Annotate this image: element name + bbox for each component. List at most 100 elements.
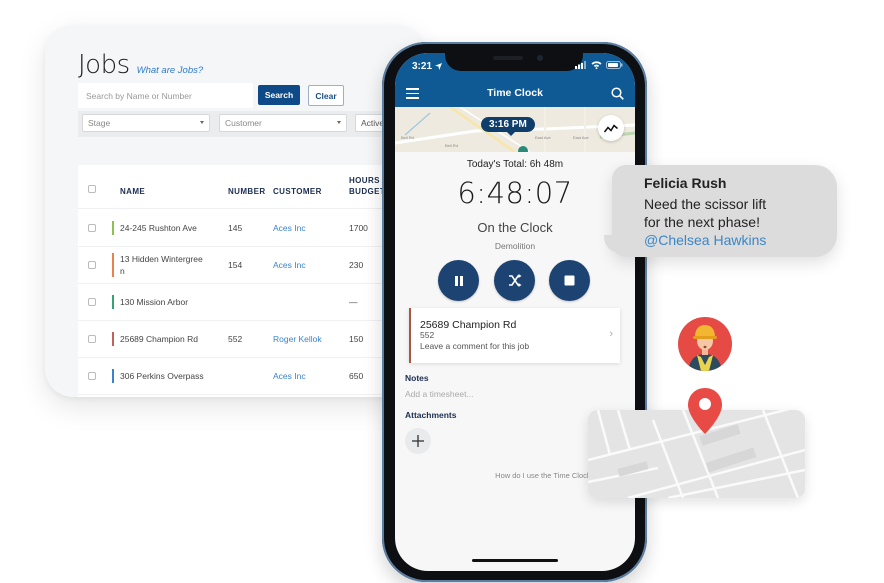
location-map[interactable]: Bell Rd Bell Rd East Ave East Ave 3:16 P… [395,107,635,152]
svg-text:Bell Rd: Bell Rd [401,135,414,140]
search-icon[interactable] [611,87,624,100]
search-placeholder: Search by Name or Number [86,90,192,101]
activity-name: Demolition [494,241,536,251]
row-checkbox[interactable] [88,261,96,269]
column-header-hours[interactable]: HOURS [349,175,380,186]
search-input[interactable]: Search by Name or Number [78,83,253,108]
job-name[interactable]: 130 Mission Arbor [120,296,188,308]
row-checkbox[interactable] [88,372,96,380]
customer-link[interactable]: Aces Inc [273,222,306,234]
filter-bar: Stage Customer Active [78,111,425,137]
nav-title: Time Clock [487,87,543,99]
wifi-icon [591,61,602,69]
todays-total: Today's Total: 6h 48m [466,159,564,170]
worker-avatar [678,317,732,371]
add-attachment-button[interactable] [405,428,431,454]
stage-color-bar [112,221,114,235]
stage-color-bar [112,253,114,277]
hours-budget: 230 [349,260,364,270]
row-checkbox[interactable] [88,298,96,306]
trend-line-icon [604,123,618,132]
hours-budget: 650 [349,371,364,381]
job-card-name: 25689 Champion Rd [420,319,517,331]
notes-input[interactable]: Add a timesheet... [405,389,474,399]
column-header-name[interactable]: NAME [120,186,145,197]
current-job-card[interactable]: 25689 Champion Rd 552 Leave a comment fo… [409,308,620,363]
job-number: 552 [228,334,243,344]
shuffle-icon [508,274,521,287]
status-bar: 3:21 [395,53,635,81]
job-name[interactable]: 13 Hidden Wintergree [120,253,203,265]
row-checkbox[interactable] [88,335,96,343]
clear-button[interactable]: Clear [308,85,344,106]
job-name[interactable]: 25689 Champion Rd [120,333,198,345]
stop-button[interactable] [549,260,590,301]
chevron-down-icon [337,121,341,124]
customer-link[interactable]: Aces Inc [273,259,306,271]
chevron-right-icon: › [609,328,613,340]
message-line-1: Need the scissor lift [644,196,767,212]
notch [445,53,583,71]
job-name[interactable]: 306 Perkins Overpass [120,370,204,382]
customer-filter-select[interactable]: Customer [219,114,347,132]
table-header: NAME NUMBER CUSTOMER HOURS BUDGET [78,165,425,209]
table-row[interactable]: 13 Hidden Wintergree n 154 Aces Inc 230 [78,247,425,284]
stage-filter-label: Stage [88,118,111,128]
chat-message-bubble: Felicia Rush Need the scissor lift for t… [604,165,837,257]
select-all-checkbox[interactable] [88,185,96,193]
column-header-customer[interactable]: CUSTOMER [273,186,322,197]
home-indicator[interactable] [472,559,558,562]
hours-budget: 1700 [349,223,368,233]
switch-job-button[interactable] [494,260,535,301]
hours-budget: 150 [349,334,364,344]
activity-chart-button[interactable] [598,115,624,141]
clock-in-time-pill: 3:16 PM [481,117,535,136]
phone-frame: 3:21 Time Clock Bell Rd Bell Rd East Ave… [382,42,647,582]
row-checkbox[interactable] [88,224,96,232]
svg-text:East Ave: East Ave [535,135,551,140]
table-row[interactable]: 24-245 Rushton Ave 145 Aces Inc 1700 [78,210,425,247]
job-card-number: 552 [420,330,435,340]
customer-link[interactable]: Aces Inc [273,370,306,382]
chevron-down-icon [200,121,204,124]
signal-icon [575,61,586,69]
customer-filter-label: Customer [225,118,262,128]
message-line-2: for the next phase! [644,214,760,230]
table-row[interactable]: 130 Mission Arbor — [78,284,425,321]
what-are-jobs-link[interactable]: What are Jobs? [137,65,204,76]
svg-text:Bell Rd: Bell Rd [445,143,458,148]
job-name[interactable]: 24-245 Rushton Ave [120,222,197,234]
nav-bar: Time Clock [395,81,635,107]
active-filter-label: Active [361,118,385,128]
jobs-panel: Jobs What are Jobs? Search by Name or Nu… [45,25,425,397]
attachments-label: Attachments [405,410,457,420]
stage-filter-select[interactable]: Stage [82,114,210,132]
jobs-header: Jobs What are Jobs? [78,50,203,80]
search-button[interactable]: Search [258,85,300,105]
pause-button[interactable] [438,260,479,301]
clock-status: On the Clock [477,220,553,235]
map-pin-icon [688,388,722,434]
stage-color-bar [112,369,114,383]
hours-budget: — [349,297,358,307]
elapsed-timer: 6:48:07 [457,176,573,210]
column-header-number[interactable]: NUMBER [228,186,266,197]
pause-icon [454,275,463,286]
stage-color-bar [112,295,114,309]
stage-color-bar [112,332,114,346]
mention-link[interactable]: @Chelsea Hawkins [644,231,834,249]
svg-text:East Ave: East Ave [573,135,589,140]
message-author: Felicia Rush [644,175,727,191]
plus-icon [412,435,424,447]
job-number: 145 [228,223,243,233]
table-row[interactable]: 25689 Champion Rd 552 Roger Kellok 150 [78,321,425,358]
job-number: 154 [228,260,243,270]
battery-icon [606,61,623,69]
table-row[interactable]: 306 Perkins Overpass Aces Inc 650 [78,358,425,395]
jobs-table: NAME NUMBER CUSTOMER HOURS BUDGET 24-245… [78,165,425,397]
job-comment-link[interactable]: Leave a comment for this job [420,341,529,351]
customer-link[interactable]: Roger Kellok [273,333,322,345]
status-time: 3:21 [412,61,433,72]
page-title: Jobs [78,50,130,80]
column-header-budget[interactable]: BUDGET [349,186,385,197]
